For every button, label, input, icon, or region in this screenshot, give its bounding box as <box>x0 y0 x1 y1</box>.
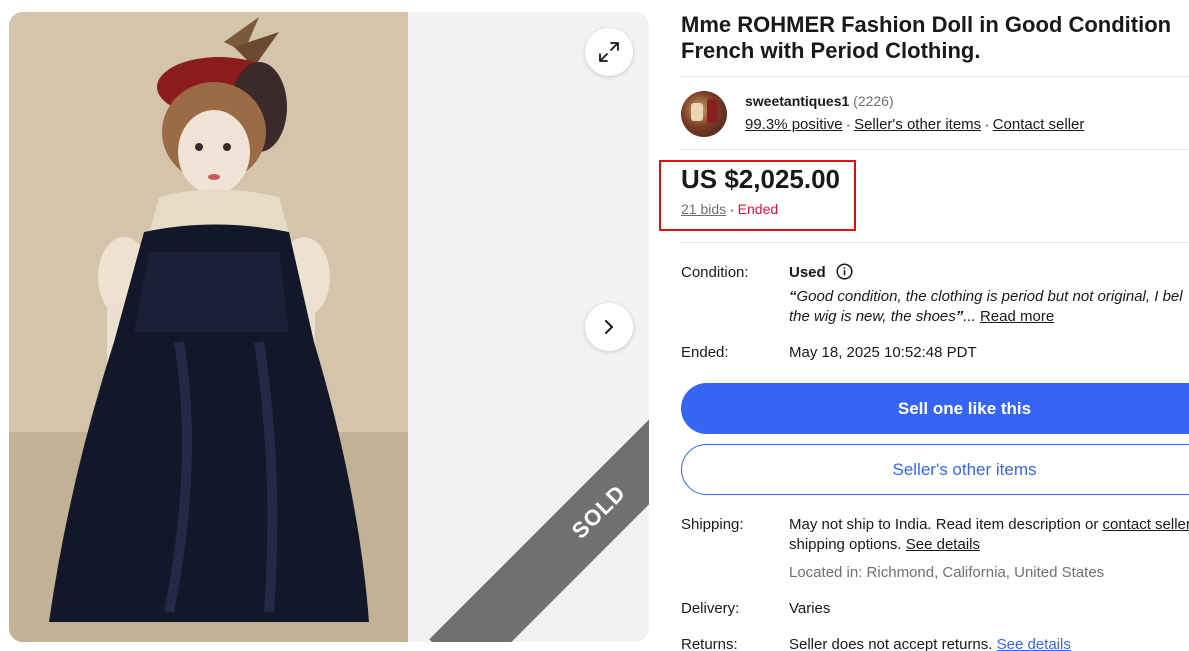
shipping-see-details-link[interactable]: See details <box>906 536 980 553</box>
seller-feedback-count: (2226) <box>853 93 894 109</box>
price-highlight-box <box>659 160 856 231</box>
shipping-label: Shipping: <box>681 516 744 533</box>
seller-card: sweetantiques1 (2226) 99.3% positive • Sel… <box>681 77 1189 149</box>
condition-row: Condition: Used “Good condition, the clo… <box>681 263 1183 325</box>
returns-label: Returns: <box>681 636 738 651</box>
item-title: Mme ROHMER Fashion Doll in Good Conditio… <box>681 12 1172 63</box>
separator-dot: • <box>985 121 989 132</box>
price-section: US $2,025.00 21 bids • Ended <box>659 150 1189 242</box>
returns-value: Seller does not accept returns. <box>789 636 993 651</box>
contact-seller-shipping-link[interactable]: contact seller <box>1103 516 1189 533</box>
contact-seller-link[interactable]: Contact seller <box>993 116 1085 133</box>
chevron-right-icon <box>605 320 613 334</box>
condition-quote-line1: Good condition, the clothing is period b… <box>796 288 1183 305</box>
sold-label: SOLD <box>566 479 631 544</box>
shipping-line1: May not ship to India. Read item descrip… <box>789 516 1099 533</box>
condition-quote-line2: the wig is new, the shoes <box>789 308 956 325</box>
shipping-row: Shipping: May not ship to India. Read it… <box>681 515 1189 583</box>
separator-dot: • <box>846 121 851 132</box>
ended-row: Ended: May 18, 2025 10:52:48 PDT <box>681 343 1189 363</box>
returns-row: Returns: Seller does not accept returns.… <box>681 635 1189 651</box>
ended-value: May 18, 2025 10:52:48 PDT <box>789 344 977 361</box>
returns-see-details-link[interactable]: See details <box>997 636 1071 651</box>
delivery-label: Delivery: <box>681 600 740 617</box>
item-details: Mme ROHMER Fashion Doll in Good Conditio… <box>659 12 1189 651</box>
item-photo[interactable] <box>9 12 408 642</box>
sold-ribbon: SOLD <box>429 342 649 642</box>
image-gallery: SOLD <box>9 12 649 642</box>
seller-avatar[interactable] <box>681 91 727 137</box>
shipping-line2: shipping options. <box>789 536 902 553</box>
condition-label: Condition: <box>681 264 749 281</box>
info-icon[interactable] <box>836 263 853 280</box>
delivery-value: Varies <box>789 600 831 617</box>
expand-arrows-icon <box>599 42 619 62</box>
doll-illustration <box>9 12 408 642</box>
seller-positive-link[interactable]: 99.3% positive <box>745 116 843 133</box>
expand-image-button[interactable] <box>585 28 633 76</box>
seller-name[interactable]: sweetantiques1 <box>745 93 849 109</box>
condition-ellipsis: ... <box>963 308 976 325</box>
seller-other-items-link[interactable]: Seller's other items <box>854 116 981 133</box>
seller-other-items-button[interactable]: Seller's other items <box>681 444 1189 495</box>
ended-label: Ended: <box>681 344 729 361</box>
item-location: Located in: Richmond, California, United… <box>789 564 1105 581</box>
delivery-row: Delivery: Varies <box>681 599 1189 619</box>
read-more-link[interactable]: Read more <box>980 308 1054 325</box>
next-image-button[interactable] <box>585 303 633 351</box>
sell-one-like-this-button[interactable]: Sell one like this <box>681 383 1189 434</box>
condition-value: Used <box>789 264 826 281</box>
